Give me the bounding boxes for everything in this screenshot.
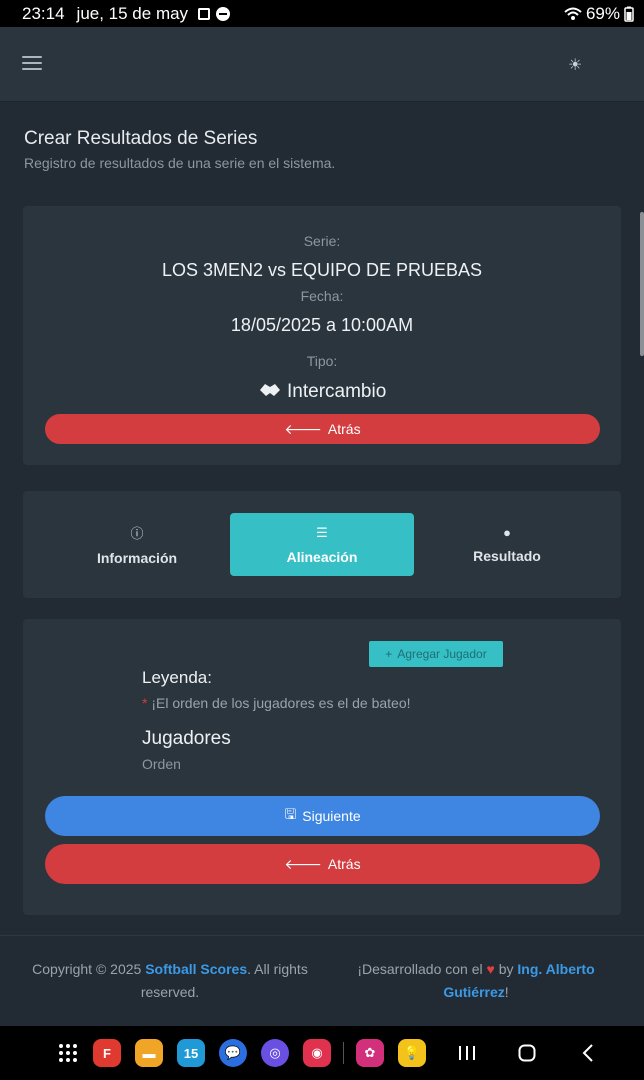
back-nav-icon[interactable] bbox=[582, 1044, 594, 1062]
app-gallery-icon[interactable]: ✿ bbox=[356, 1039, 384, 1067]
arrow-left-icon: 🡐 bbox=[284, 420, 322, 437]
home-icon[interactable] bbox=[518, 1044, 536, 1062]
arrow-left-icon: 🡐 bbox=[284, 855, 322, 872]
tab-label: Resultado bbox=[473, 548, 541, 564]
dock-divider bbox=[343, 1042, 344, 1064]
app-calendar-icon[interactable]: 15 bbox=[177, 1039, 205, 1067]
tipo-value-row: Intercambio bbox=[23, 381, 621, 403]
next-button[interactable]: 🖫 Siguiente bbox=[45, 796, 600, 836]
next-button-label: Siguiente bbox=[302, 808, 361, 824]
required-asterisk: * bbox=[142, 695, 148, 711]
players-title: Jugadores bbox=[142, 728, 231, 749]
handshake-icon bbox=[259, 384, 280, 396]
legend-text: ¡El orden de los jugadores es el de bate… bbox=[151, 695, 411, 711]
app-messages-icon[interactable]: 💬 bbox=[219, 1039, 247, 1067]
heart-icon: ♥ bbox=[486, 961, 495, 977]
legend-title: Leyenda: bbox=[142, 668, 212, 687]
battery-icon bbox=[624, 6, 634, 22]
wifi-icon bbox=[564, 7, 582, 20]
tab-label: Alineación bbox=[286, 548, 358, 565]
theme-toggle-sun-icon[interactable]: ☀ bbox=[568, 55, 582, 75]
apps-grid-icon[interactable] bbox=[58, 1043, 78, 1063]
fecha-value: 18/05/2025 a 10:00AM bbox=[230, 315, 414, 335]
app-flipboard-icon[interactable]: F bbox=[93, 1039, 121, 1067]
app-files-icon[interactable]: ▬ bbox=[135, 1039, 163, 1067]
back-button-top[interactable]: 🡐 Atrás bbox=[45, 414, 600, 444]
lightbulb-icon: ● bbox=[503, 525, 511, 540]
serie-value: LOS 3MEN2 vs EQUIPO DE PRUEBAS bbox=[161, 260, 483, 280]
battery-level: 69% bbox=[585, 3, 620, 23]
date: jue, 15 de may bbox=[76, 3, 189, 23]
page-subtitle: Registro de resultados de una serie en e… bbox=[24, 155, 336, 171]
clock: 23:14 bbox=[22, 3, 65, 23]
menu-icon[interactable] bbox=[22, 56, 42, 71]
tab-resultado[interactable]: ● Resultado bbox=[415, 513, 599, 576]
brand-link[interactable]: Softball Scores bbox=[145, 961, 247, 977]
footer-copyright: Copyright © 2025 Softball Scores. All ri… bbox=[32, 961, 308, 1000]
info-icon: ⓘ bbox=[130, 526, 144, 541]
add-player-button[interactable]: + Agregar Jugador bbox=[369, 641, 503, 667]
footer-developer: ¡Desarrollado con el ♥ by Ing. Alberto G… bbox=[357, 961, 595, 1000]
save-icon: 🖫 bbox=[284, 806, 297, 822]
back-button-label: Atrás bbox=[327, 421, 361, 437]
legend-note: * ¡El orden de los jugadores es el de ba… bbox=[142, 695, 411, 711]
system-nav-bar: F ▬ 15 💬 ◎ ◉ ✿ 💡 bbox=[0, 1026, 644, 1080]
scrollbar[interactable] bbox=[640, 212, 644, 356]
page-title: Crear Resultados de Series bbox=[24, 128, 258, 149]
do-not-disturb-icon bbox=[216, 6, 231, 21]
add-player-label: Agregar Jugador bbox=[397, 647, 487, 661]
tab-informacion[interactable]: ⓘ Información bbox=[45, 513, 229, 576]
tab-alineacion[interactable]: ☰ Alineación bbox=[230, 513, 414, 576]
top-app-bar: ☀ bbox=[0, 27, 644, 102]
footer-divider bbox=[0, 935, 644, 936]
back-button-bottom[interactable]: 🡐 Atrás bbox=[45, 844, 600, 884]
serie-label: Serie: bbox=[303, 233, 341, 249]
app-browser-icon[interactable]: ◎ bbox=[261, 1039, 289, 1067]
tab-label: Información bbox=[96, 550, 178, 566]
tipo-value: Intercambio bbox=[287, 381, 387, 402]
recent-apps-icon[interactable] bbox=[458, 1045, 476, 1061]
series-info-card: Serie: LOS 3MEN2 vs EQUIPO DE PRUEBAS Fe… bbox=[23, 206, 621, 465]
screen-record-icon bbox=[198, 7, 211, 20]
plus-icon: + bbox=[385, 647, 393, 661]
app-camera-icon[interactable]: ◉ bbox=[303, 1039, 331, 1067]
lineup-card: + Agregar Jugador Leyenda: * ¡El orden d… bbox=[23, 619, 621, 915]
status-bar: 23:14 jue, 15 de may 69% bbox=[0, 0, 644, 27]
list-icon: ☰ bbox=[316, 524, 328, 540]
back-button-label: Atrás bbox=[327, 856, 361, 872]
order-column-label: Orden bbox=[142, 756, 181, 772]
fecha-label: Fecha: bbox=[300, 288, 344, 304]
tipo-label: Tipo: bbox=[306, 353, 338, 369]
app-notes-icon[interactable]: 💡 bbox=[398, 1039, 426, 1067]
tabs-card: ⓘ Información ☰ Alineación ● Resultado bbox=[23, 491, 621, 598]
